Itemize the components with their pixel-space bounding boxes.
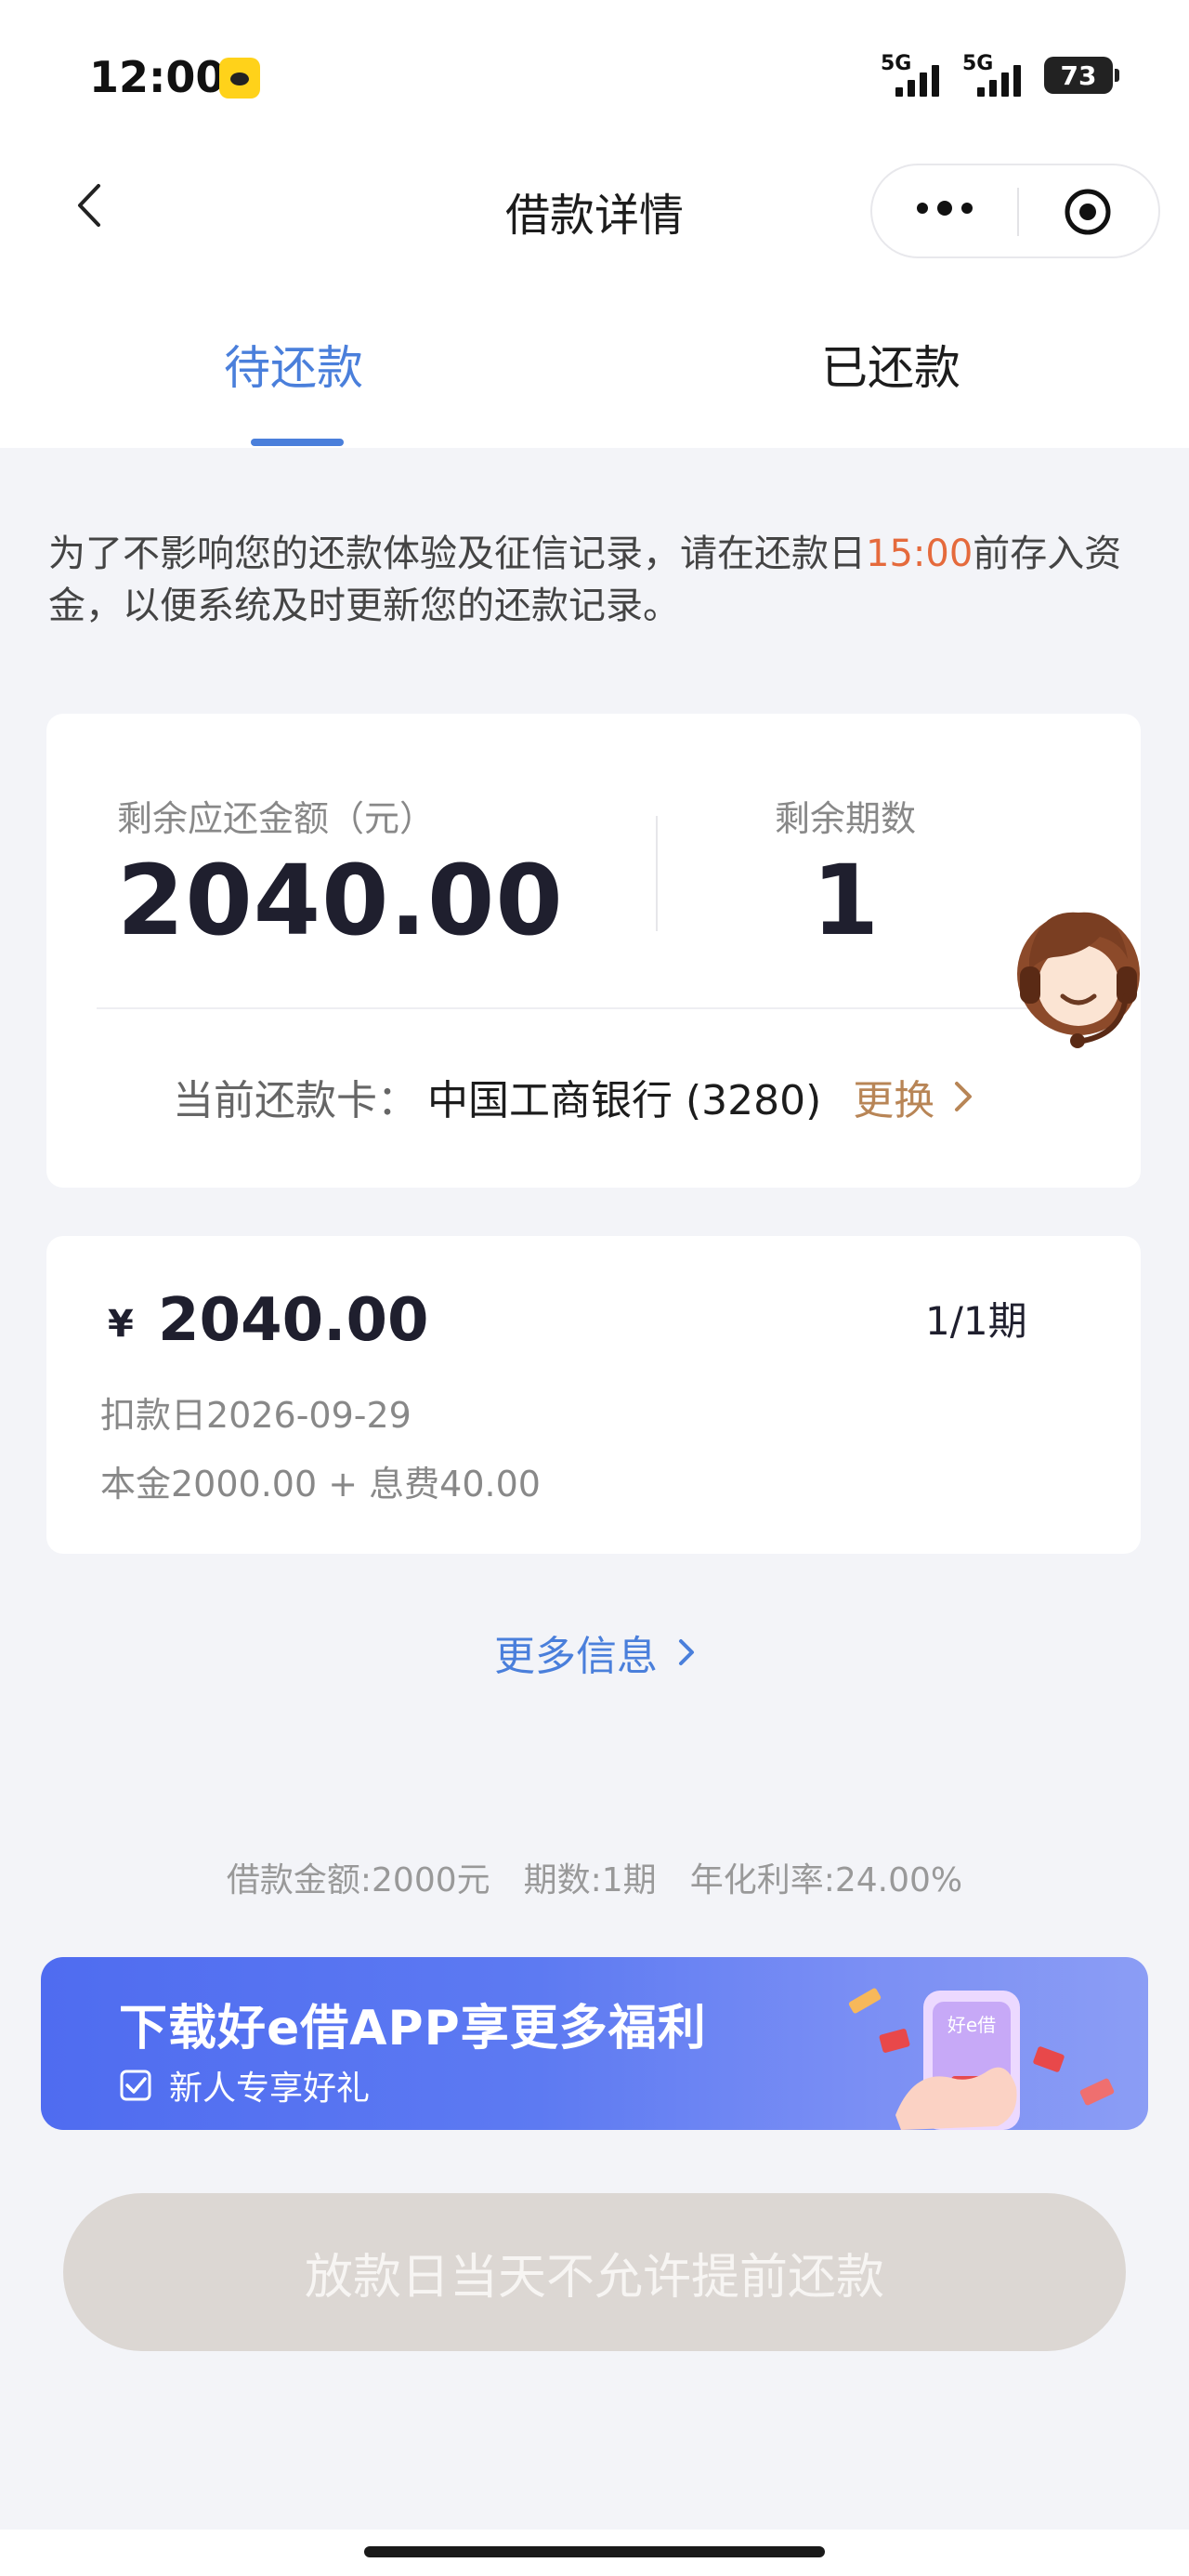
status-indicators: 5G 5G 73 — [881, 52, 1119, 99]
notification-app-icon — [219, 58, 260, 99]
banner-phone-logo: 好e借 — [947, 2014, 996, 2036]
summary-card-divider — [97, 1007, 1118, 1009]
banner-subtitle-row: 新人专享好礼 — [119, 2061, 370, 2109]
loan-annual-rate: 年化利率:24.00% — [689, 1861, 963, 1899]
tab-pending-repayment[interactable]: 待还款 — [224, 331, 363, 398]
loan-summary: 借款金额:2000元 期数:1期 年化利率:24.00% — [0, 1853, 1189, 1901]
capsule-divider — [1017, 188, 1019, 236]
phone-gift-illustration: 好e借 — [848, 1988, 1115, 2130]
prepay-disabled-button[interactable]: 放款日当天不允许提前还款 — [63, 2193, 1126, 2351]
target-circle-icon[interactable] — [1064, 188, 1112, 236]
remaining-amount-value: 2040.00 — [117, 844, 564, 957]
currency-symbol: ¥ — [108, 1303, 134, 1346]
chevron-right-icon — [679, 1639, 694, 1665]
banner-subtitle: 新人专享好礼 — [169, 2070, 371, 2108]
signal-icon: 5G — [881, 52, 946, 99]
loan-periods: 期数:1期 — [523, 1861, 657, 1899]
status-time: 12:00 — [89, 52, 226, 102]
app-download-banner[interactable]: 下载好e借APP享更多福利 新人专享好礼 好e借 — [41, 1957, 1148, 2130]
banner-title: 下载好e借APP享更多福利 — [119, 2001, 707, 2057]
checkbox-icon — [120, 2070, 151, 2101]
installment-period: 1/1期 — [925, 1298, 1027, 1344]
more-info-label: 更多信息 — [494, 1633, 658, 1680]
chevron-right-icon[interactable] — [953, 1080, 973, 1113]
summary-divider — [656, 816, 658, 931]
repayment-notice: 为了不影响您的还款体验及征信记录，请在还款日15:00前存入资金，以便系统及时更… — [48, 532, 1122, 627]
repayment-card-row: 当前还款卡： 中国工商银行 (3280) 更换 — [173, 1067, 973, 1126]
tab-repaid[interactable]: 已还款 — [821, 331, 960, 398]
more-dots-icon[interactable] — [917, 201, 973, 216]
home-indicator[interactable] — [364, 2546, 825, 2557]
customer-service-headset-agent-icon[interactable] — [1009, 903, 1148, 1050]
change-card-button[interactable]: 更换 — [853, 1067, 934, 1126]
more-info-link[interactable]: 更多信息 — [0, 1623, 1189, 1682]
battery-icon: 73 — [1044, 57, 1119, 94]
loan-amount: 借款金额:2000元 — [226, 1861, 490, 1899]
repayment-card-label: 当前还款卡： — [173, 1077, 418, 1124]
signal-icon: 5G — [962, 52, 1027, 99]
remaining-amount-label: 剩余应还金额（元） — [117, 798, 436, 839]
installment-amount: 2040.00 — [158, 1286, 429, 1355]
miniprogram-capsule — [870, 164, 1160, 258]
installment-deduct-date: 扣款日2026-09-29 — [100, 1395, 412, 1436]
repayment-card-value: 中国工商银行 (3280) — [427, 1077, 822, 1124]
installment-breakdown: 本金2000.00 + 息费40.00 — [100, 1464, 541, 1505]
remaining-periods-label: 剩余期数 — [774, 798, 916, 839]
remaining-periods-value: 1 — [811, 844, 880, 957]
active-tab-indicator — [251, 439, 344, 446]
notice-deadline-time: 15:00 — [866, 532, 973, 575]
